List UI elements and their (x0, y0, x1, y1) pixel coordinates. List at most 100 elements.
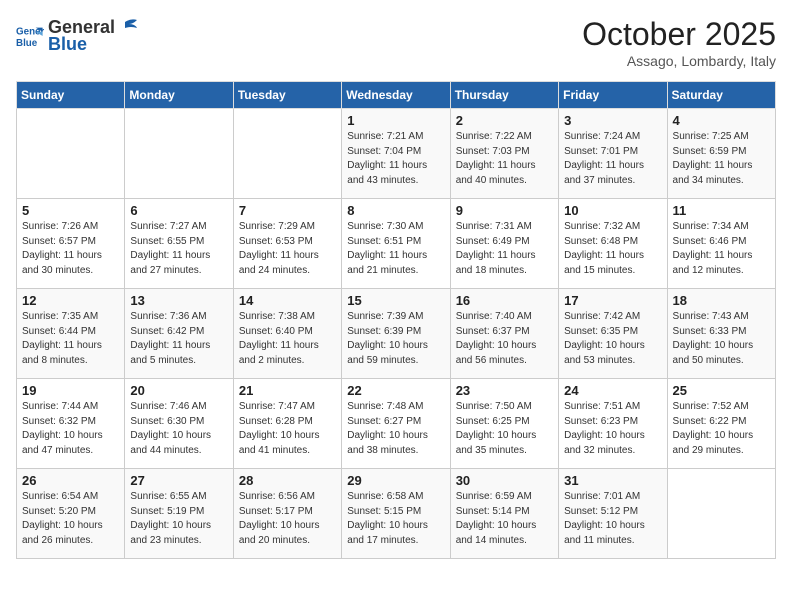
calendar-cell: 11 Sunrise: 7:34 AM Sunset: 6:46 PM Dayli… (667, 199, 775, 289)
calendar-cell: 28 Sunrise: 6:56 AM Sunset: 5:17 PM Dayli… (233, 469, 341, 559)
calendar-cell: 31 Sunrise: 7:01 AM Sunset: 5:12 PM Dayli… (559, 469, 667, 559)
page-header: General Blue General Blue October 2025 A… (16, 16, 776, 69)
calendar-cell: 23 Sunrise: 7:50 AM Sunset: 6:25 PM Dayli… (450, 379, 558, 469)
calendar-cell: 15Sunrise: 7:39 AM Sunset: 6:39 PM Dayli… (342, 289, 450, 379)
day-details: Sunrise: 7:22 AM Sunset: 7:03 PM Dayligh… (456, 130, 553, 188)
day-details: Sunrise: 7:32 AM Sunset: 6:48 PM Dayligh… (564, 220, 661, 278)
day-number: 1 (347, 113, 444, 128)
weekday-header-saturday: Saturday (667, 82, 775, 109)
weekday-header-friday: Friday (559, 82, 667, 109)
calendar-cell: 21 Sunrise: 7:47 AM Sunset: 6:28 PM Dayli… (233, 379, 341, 469)
day-number: 16 (456, 293, 553, 308)
day-details: Sunrise: 6:59 AM Sunset: 5:14 PM Dayligh… (456, 490, 553, 548)
day-number: 25 (673, 383, 770, 398)
calendar-cell: 4 Sunrise: 7:25 AM Sunset: 6:59 PM Daylig… (667, 109, 775, 199)
day-number: 17 (564, 293, 661, 308)
calendar-cell: 9 Sunrise: 7:31 AM Sunset: 6:49 PM Daylig… (450, 199, 558, 289)
calendar-cell: 22 Sunrise: 7:48 AM Sunset: 6:27 PM Dayli… (342, 379, 450, 469)
day-number: 30 (456, 473, 553, 488)
weekday-header-thursday: Thursday (450, 82, 558, 109)
calendar-cell: 19 Sunrise: 7:44 AM Sunset: 6:32 PM Dayli… (17, 379, 125, 469)
calendar-cell: 12 Sunrise: 7:35 AM Sunset: 6:44 PM Dayli… (17, 289, 125, 379)
calendar-cell (125, 109, 233, 199)
day-details: Sunrise: 7:52 AM Sunset: 6:22 PM Dayligh… (673, 400, 770, 458)
day-details: Sunrise: 7:25 AM Sunset: 6:59 PM Dayligh… (673, 130, 770, 188)
weekday-header-tuesday: Tuesday (233, 82, 341, 109)
day-details: Sunrise: 7:31 AM Sunset: 6:49 PM Dayligh… (456, 220, 553, 278)
weekday-header-wednesday: Wednesday (342, 82, 450, 109)
day-number: 24 (564, 383, 661, 398)
day-details: Sunrise: 6:56 AM Sunset: 5:17 PM Dayligh… (239, 490, 336, 548)
day-number: 18 (673, 293, 770, 308)
day-number: 5 (22, 203, 119, 218)
logo-bird-icon (117, 16, 139, 38)
day-number: 11 (673, 203, 770, 218)
calendar-week-row: 5 Sunrise: 7:26 AM Sunset: 6:57 PM Daylig… (17, 199, 776, 289)
day-number: 28 (239, 473, 336, 488)
day-details: Sunrise: 7:47 AM Sunset: 6:28 PM Dayligh… (239, 400, 336, 458)
day-number: 8 (347, 203, 444, 218)
day-number: 23 (456, 383, 553, 398)
day-details: Sunrise: 6:54 AM Sunset: 5:20 PM Dayligh… (22, 490, 119, 548)
day-details: Sunrise: 7:30 AM Sunset: 6:51 PM Dayligh… (347, 220, 444, 278)
calendar-cell: 10 Sunrise: 7:32 AM Sunset: 6:48 PM Dayli… (559, 199, 667, 289)
day-number: 3 (564, 113, 661, 128)
calendar-cell: 16Sunrise: 7:40 AM Sunset: 6:37 PM Dayli… (450, 289, 558, 379)
day-details: Sunrise: 7:34 AM Sunset: 6:46 PM Dayligh… (673, 220, 770, 278)
day-details: Sunrise: 7:26 AM Sunset: 6:57 PM Dayligh… (22, 220, 119, 278)
day-details: Sunrise: 7:50 AM Sunset: 6:25 PM Dayligh… (456, 400, 553, 458)
day-number: 14 (239, 293, 336, 308)
calendar-cell: 18 Sunrise: 7:43 AM Sunset: 6:33 PM Dayli… (667, 289, 775, 379)
day-number: 4 (673, 113, 770, 128)
title-block: October 2025 Assago, Lombardy, Italy (582, 16, 776, 69)
calendar-week-row: 12 Sunrise: 7:35 AM Sunset: 6:44 PM Dayli… (17, 289, 776, 379)
day-details: Sunrise: 7:35 AM Sunset: 6:44 PM Dayligh… (22, 310, 119, 368)
day-number: 29 (347, 473, 444, 488)
day-details: Sunrise: 7:01 AM Sunset: 5:12 PM Dayligh… (564, 490, 661, 548)
day-details: Sunrise: 7:21 AM Sunset: 7:04 PM Dayligh… (347, 130, 444, 188)
calendar-cell: 24Sunrise: 7:51 AM Sunset: 6:23 PM Dayli… (559, 379, 667, 469)
day-details: Sunrise: 7:44 AM Sunset: 6:32 PM Dayligh… (22, 400, 119, 458)
calendar-cell: 14Sunrise: 7:38 AM Sunset: 6:40 PM Dayli… (233, 289, 341, 379)
day-details: Sunrise: 7:24 AM Sunset: 7:01 PM Dayligh… (564, 130, 661, 188)
weekday-header-row: SundayMondayTuesdayWednesdayThursdayFrid… (17, 82, 776, 109)
day-number: 31 (564, 473, 661, 488)
calendar-cell: 7Sunrise: 7:29 AM Sunset: 6:53 PM Daylig… (233, 199, 341, 289)
calendar-cell (667, 469, 775, 559)
day-number: 26 (22, 473, 119, 488)
weekday-header-sunday: Sunday (17, 82, 125, 109)
day-number: 7 (239, 203, 336, 218)
logo: General Blue General Blue (16, 16, 139, 55)
calendar-cell: 25 Sunrise: 7:52 AM Sunset: 6:22 PM Dayli… (667, 379, 775, 469)
day-number: 6 (130, 203, 227, 218)
day-details: Sunrise: 7:42 AM Sunset: 6:35 PM Dayligh… (564, 310, 661, 368)
day-details: Sunrise: 7:48 AM Sunset: 6:27 PM Dayligh… (347, 400, 444, 458)
calendar-cell: 6 Sunrise: 7:27 AM Sunset: 6:55 PM Daylig… (125, 199, 233, 289)
calendar-cell (17, 109, 125, 199)
day-details: Sunrise: 7:43 AM Sunset: 6:33 PM Dayligh… (673, 310, 770, 368)
calendar-cell: 1 Sunrise: 7:21 AM Sunset: 7:04 PM Daylig… (342, 109, 450, 199)
location-subtitle: Assago, Lombardy, Italy (582, 53, 776, 69)
calendar-week-row: 1 Sunrise: 7:21 AM Sunset: 7:04 PM Daylig… (17, 109, 776, 199)
day-number: 19 (22, 383, 119, 398)
day-details: Sunrise: 7:27 AM Sunset: 6:55 PM Dayligh… (130, 220, 227, 278)
calendar-cell: 29 Sunrise: 6:58 AM Sunset: 5:15 PM Dayli… (342, 469, 450, 559)
calendar-cell: 13 Sunrise: 7:36 AM Sunset: 6:42 PM Dayli… (125, 289, 233, 379)
calendar-cell: 26 Sunrise: 6:54 AM Sunset: 5:20 PM Dayli… (17, 469, 125, 559)
calendar-cell: 27Sunrise: 6:55 AM Sunset: 5:19 PM Dayli… (125, 469, 233, 559)
calendar-cell: 5 Sunrise: 7:26 AM Sunset: 6:57 PM Daylig… (17, 199, 125, 289)
logo-icon: General Blue (16, 22, 44, 50)
day-number: 9 (456, 203, 553, 218)
calendar-cell: 30 Sunrise: 6:59 AM Sunset: 5:14 PM Dayli… (450, 469, 558, 559)
calendar-cell: 8 Sunrise: 7:30 AM Sunset: 6:51 PM Daylig… (342, 199, 450, 289)
day-number: 13 (130, 293, 227, 308)
day-number: 21 (239, 383, 336, 398)
calendar-cell: 17 Sunrise: 7:42 AM Sunset: 6:35 PM Dayli… (559, 289, 667, 379)
day-details: Sunrise: 7:36 AM Sunset: 6:42 PM Dayligh… (130, 310, 227, 368)
day-number: 12 (22, 293, 119, 308)
day-number: 15 (347, 293, 444, 308)
day-number: 22 (347, 383, 444, 398)
day-number: 10 (564, 203, 661, 218)
day-details: Sunrise: 6:58 AM Sunset: 5:15 PM Dayligh… (347, 490, 444, 548)
svg-text:Blue: Blue (16, 37, 38, 48)
